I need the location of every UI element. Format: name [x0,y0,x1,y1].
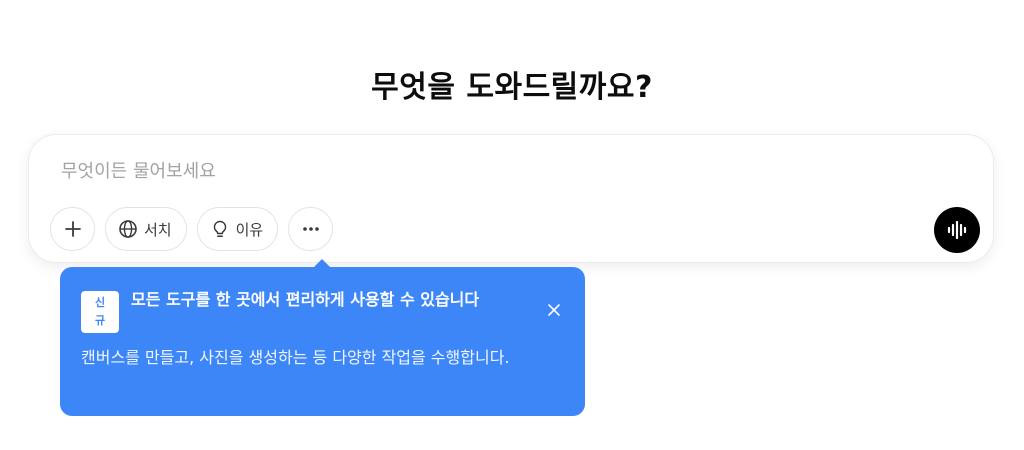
tooltip-pointer [313,259,331,268]
new-badge: 신규 [81,291,119,333]
tooltip-title: 모든 도구를 한 곳에서 편리하게 사용할 수 있습니다 [131,290,480,309]
add-button[interactable] [50,207,95,251]
prompt-input[interactable] [61,157,921,185]
tooltip-description: 캔버스를 만들고, 사진을 생성하는 등 다양한 작업을 수행합니다. [81,348,510,367]
voice-waveform-icon [947,220,967,240]
composer-toolbar: 서치 이유 [50,207,334,251]
feature-tooltip: 신규 모든 도구를 한 곳에서 편리하게 사용할 수 있습니다 캔버스를 만들고… [60,259,585,416]
search-button-label: 서치 [144,220,172,239]
reason-button[interactable]: 이유 [196,207,279,251]
prompt-composer: 서치 이유 [28,134,994,263]
tooltip-close-button[interactable] [546,302,562,318]
page-title: 무엇을 도와드릴까요? [371,70,653,105]
lightbulb-icon [213,220,226,237]
reason-button-label: 이유 [235,220,264,239]
page: 무엇을 도와드릴까요? 서치 [0,0,1024,450]
close-icon [548,304,560,316]
search-button[interactable]: 서치 [105,207,187,251]
plus-icon [64,221,81,237]
globe-icon [119,220,137,238]
voice-mode-button[interactable] [934,207,980,253]
more-dots-icon [302,227,319,231]
more-tools-button[interactable] [288,207,334,251]
